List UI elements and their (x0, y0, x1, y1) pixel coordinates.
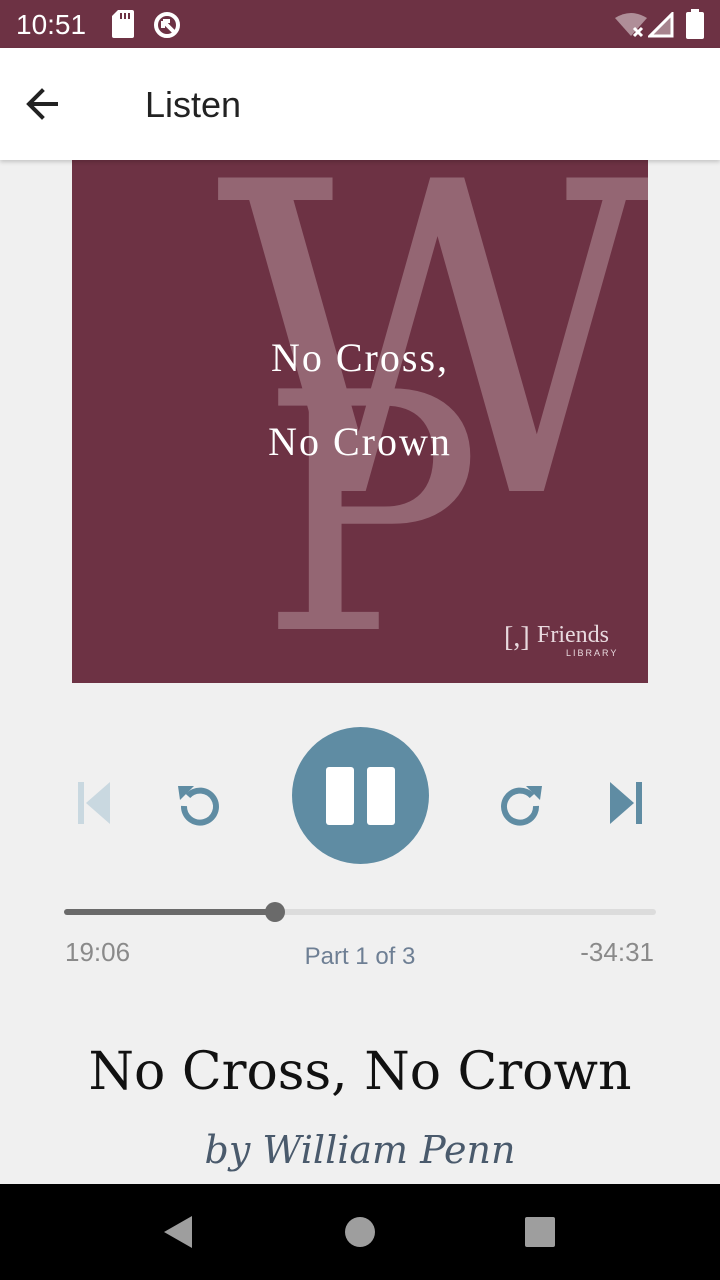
pause-button[interactable] (292, 727, 429, 864)
skip-next-button[interactable] (608, 780, 644, 831)
skip-next-icon (608, 782, 644, 830)
page-title: Listen (145, 84, 242, 125)
data-saver-icon (152, 10, 182, 45)
progress-fill (64, 909, 275, 915)
publisher-sub: LIBRARY (566, 648, 619, 658)
arrow-left-icon (22, 88, 62, 132)
cover-title-line1: No Cross, (270, 335, 450, 380)
publisher-bracket: [,] (504, 622, 530, 653)
back-button[interactable] (22, 80, 82, 128)
signal-icon (646, 10, 674, 43)
app-bar: Listen (0, 48, 720, 160)
cover-art: W P No Cross, No Crown [,] Friends LIBRA… (72, 160, 648, 683)
status-time: 10:51 (16, 9, 87, 40)
book-author: by William Penn (204, 1128, 516, 1172)
rewind-button[interactable] (176, 780, 224, 833)
nav-back-icon (160, 1216, 196, 1254)
battery-icon (686, 9, 704, 44)
forward-button[interactable] (496, 780, 544, 833)
nav-home-icon (344, 1217, 376, 1252)
book-title: No Cross, No Crown (88, 1042, 632, 1102)
status-bar: 10:51 (0, 0, 720, 48)
wifi-off-icon (614, 12, 648, 43)
forward-icon (496, 786, 544, 832)
sd-card-icon (112, 10, 134, 43)
progress-thumb[interactable] (264, 902, 285, 922)
nav-back-button[interactable] (160, 1214, 196, 1255)
progress-slider[interactable] (64, 902, 656, 922)
skip-previous-icon (76, 782, 112, 830)
navigation-bar (0, 1184, 720, 1280)
replay-icon (176, 786, 224, 832)
nav-recents-button[interactable] (524, 1216, 556, 1253)
cover-monogram-p: P (260, 323, 483, 683)
skip-previous-button[interactable] (76, 780, 112, 831)
remaining-time: -34:31 (580, 937, 654, 967)
nav-recents-icon (524, 1217, 556, 1252)
cover-title-line2: No Crown (268, 419, 452, 464)
nav-home-button[interactable] (344, 1216, 376, 1253)
publisher-name: Friends (537, 622, 609, 648)
